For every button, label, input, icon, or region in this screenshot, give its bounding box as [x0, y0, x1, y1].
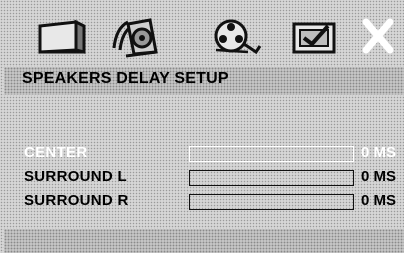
display-setup-icon[interactable]	[32, 14, 90, 58]
delay-slider[interactable]	[189, 194, 354, 210]
delay-row-surround-l[interactable]: SURROUND L 0 MS	[0, 168, 404, 190]
delay-slider[interactable]	[189, 170, 354, 186]
delay-row-surround-r[interactable]: SURROUND R 0 MS	[0, 192, 404, 214]
delay-row-center[interactable]: CENTER 0 MS	[0, 144, 404, 166]
page-title: SPEAKERS DELAY SETUP	[22, 70, 229, 87]
audio-setup-icon[interactable]	[106, 14, 164, 58]
exit-icon[interactable]	[352, 14, 404, 58]
row-value: 0 MS	[361, 192, 397, 209]
delay-slider[interactable]	[189, 146, 354, 162]
row-value: 0 MS	[361, 168, 397, 185]
setup-screen: SPEAKERS DELAY SETUP CENTER 0 MS SURROUN…	[0, 0, 404, 253]
footer-bar	[4, 229, 404, 253]
row-label: SURROUND L	[24, 168, 127, 185]
preferences-icon[interactable]	[286, 14, 344, 58]
video-setup-icon[interactable]	[204, 14, 262, 58]
row-label: SURROUND R	[24, 192, 129, 209]
setup-toolbar	[14, 6, 404, 64]
row-value: 0 MS	[361, 144, 397, 161]
row-label: CENTER	[24, 144, 88, 161]
